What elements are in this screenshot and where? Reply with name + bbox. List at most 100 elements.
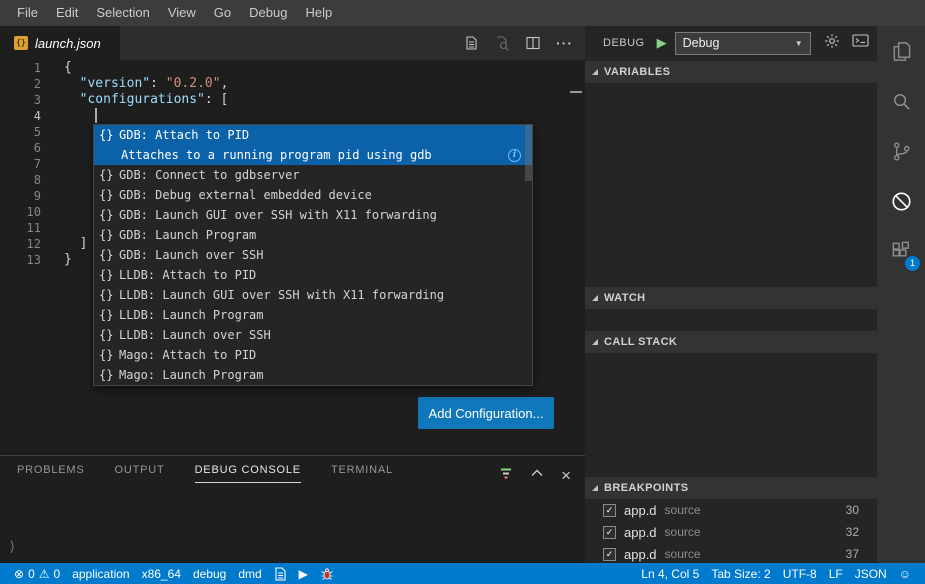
tab-problems[interactable]: PROBLEMS — [17, 464, 85, 483]
search-preview-icon[interactable] — [494, 35, 510, 51]
editor-actions: ··· — [463, 26, 585, 60]
docs-icon[interactable] — [268, 563, 293, 584]
suggestion-item[interactable]: {}GDB: Debug external embedded device — [94, 185, 532, 205]
debug-console-icon[interactable] — [852, 33, 869, 53]
suggestion-item-selected[interactable]: {} GDB: Attach to PID — [94, 125, 532, 145]
snippet-icon: {} — [99, 308, 119, 322]
bug-icon[interactable] — [314, 563, 340, 584]
code-line: 3 "configurations": [ — [0, 92, 585, 108]
tab-terminal[interactable]: TERMINAL — [331, 464, 393, 483]
suggestion-detail: Attaches to a running program pid using … — [94, 145, 532, 165]
suggest-scrollbar[interactable] — [525, 125, 532, 181]
menu-help[interactable]: Help — [296, 0, 341, 26]
more-actions-icon[interactable]: ··· — [556, 35, 573, 51]
suggestion-item[interactable]: {}GDB: Launch over SSH — [94, 245, 532, 265]
breakpoint-row[interactable]: ✓ app.d source 30 — [585, 499, 877, 521]
status-compiler[interactable]: dmd — [232, 563, 267, 584]
debug-icon[interactable] — [877, 176, 925, 226]
encoding[interactable]: UTF-8 — [777, 563, 823, 584]
section-variables[interactable]: VARIABLES — [585, 61, 877, 83]
panel-tab-bar: PROBLEMS OUTPUT DEBUG CONSOLE TERMINAL — [0, 456, 585, 483]
expand-twisty-icon — [592, 69, 598, 75]
suggestion-item[interactable]: {}GDB: Launch Program — [94, 225, 532, 245]
search-icon[interactable] — [877, 76, 925, 126]
suggestion-label: GDB: Attach to PID — [119, 128, 249, 142]
expand-twisty-icon — [592, 339, 598, 345]
menu-bar: File Edit Selection View Go Debug Help — [0, 0, 925, 26]
eol[interactable]: LF — [823, 563, 849, 584]
section-call-stack[interactable]: CALL STACK — [585, 331, 877, 353]
bottom-panel: PROBLEMS OUTPUT DEBUG CONSOLE TERMINAL ×… — [0, 455, 585, 563]
feedback-smiley-icon[interactable]: ☺ — [893, 563, 917, 584]
open-file-icon[interactable] — [463, 35, 479, 51]
section-breakpoints[interactable]: BREAKPOINTS — [585, 477, 877, 499]
status-bar: ⊗ 0 ⚠ 0 application x86_64 debug dmd ▶ L… — [0, 563, 925, 584]
snippet-icon: {} — [99, 248, 119, 262]
tab-output[interactable]: OUTPUT — [115, 464, 165, 483]
code-line: 2 "version": "0.2.0", — [0, 76, 585, 92]
section-watch[interactable]: WATCH — [585, 287, 877, 309]
breakpoint-checkbox[interactable]: ✓ — [603, 548, 616, 561]
debug-console-prompt[interactable]: ⟩ — [8, 539, 16, 555]
explorer-icon[interactable] — [877, 26, 925, 76]
debug-sidebar-header: DEBUG ▶ Debug ▼ — [585, 26, 877, 60]
add-configuration-button[interactable]: Add Configuration... — [418, 397, 554, 429]
debug-sidebar: DEBUG ▶ Debug ▼ VARIABLES WATCH CALL STA… — [585, 26, 877, 563]
tab-size[interactable]: Tab Size: 2 — [705, 563, 776, 584]
breakpoint-checkbox[interactable]: ✓ — [603, 526, 616, 539]
code-line: 1 { — [0, 60, 585, 76]
start-debug-icon[interactable]: ▶ — [657, 35, 667, 51]
snippet-icon: {} — [99, 348, 119, 362]
cursor-position[interactable]: Ln 4, Col 5 — [635, 563, 705, 584]
suggestion-item[interactable]: {}LLDB: Launch over SSH — [94, 325, 532, 345]
text-cursor — [95, 108, 97, 123]
suggestion-item[interactable]: {}Mago: Attach to PID — [94, 345, 532, 365]
configure-gear-icon[interactable] — [824, 33, 840, 54]
menu-edit[interactable]: Edit — [47, 0, 87, 26]
menu-debug[interactable]: Debug — [240, 0, 296, 26]
run-icon[interactable]: ▶ — [293, 563, 314, 584]
info-icon[interactable]: i — [508, 149, 521, 162]
menu-view[interactable]: View — [159, 0, 205, 26]
error-icon: ⊗ — [14, 567, 24, 581]
breakpoint-row[interactable]: ✓ app.d source 37 — [585, 543, 877, 563]
menu-go[interactable]: Go — [205, 0, 240, 26]
snippet-icon: {} — [99, 188, 119, 202]
language-mode[interactable]: JSON — [849, 563, 893, 584]
status-build-type[interactable]: debug — [187, 563, 232, 584]
suggestion-item[interactable]: {}LLDB: Launch GUI over SSH with X11 for… — [94, 285, 532, 305]
tab-launch-json[interactable]: {} launch.json — [0, 26, 120, 60]
json-file-icon: {} — [14, 36, 28, 50]
problems-status[interactable]: ⊗ 0 ⚠ 0 — [8, 563, 66, 584]
close-panel-icon[interactable]: × — [561, 469, 571, 483]
split-editor-icon[interactable] — [525, 35, 541, 51]
tab-debug-console[interactable]: DEBUG CONSOLE — [195, 464, 301, 483]
snippet-icon: {} — [99, 208, 119, 222]
suggestion-item[interactable]: {}GDB: Connect to gdbserver — [94, 165, 532, 185]
filter-icon[interactable] — [499, 466, 513, 486]
panel-actions: × — [499, 465, 571, 486]
tab-title: launch.json — [35, 36, 101, 51]
source-control-icon[interactable] — [877, 126, 925, 176]
warning-icon: ⚠ — [39, 567, 50, 581]
overview-ruler-marker — [570, 91, 582, 93]
maximize-panel-icon[interactable] — [529, 465, 545, 486]
suggestion-item[interactable]: {}GDB: Launch GUI over SSH with X11 forw… — [94, 205, 532, 225]
editor-tab-bar: {} launch.json ··· — [0, 26, 585, 60]
status-application[interactable]: application — [66, 563, 135, 584]
suggestion-item[interactable]: {}Mago: Launch Program — [94, 365, 532, 385]
chevron-down-icon: ▼ — [795, 39, 803, 48]
suggestion-item[interactable]: {}LLDB: Attach to PID — [94, 265, 532, 285]
snippet-icon: {} — [99, 288, 119, 302]
expand-twisty-icon — [592, 485, 598, 491]
debug-configuration-dropdown[interactable]: Debug ▼ — [675, 32, 811, 55]
snippet-icon: {} — [99, 328, 119, 342]
breakpoint-row[interactable]: ✓ app.d source 32 — [585, 521, 877, 543]
snippet-icon: {} — [99, 228, 119, 242]
menu-selection[interactable]: Selection — [87, 0, 158, 26]
suggestion-item[interactable]: {}LLDB: Launch Program — [94, 305, 532, 325]
menu-file[interactable]: File — [8, 0, 47, 26]
breakpoint-checkbox[interactable]: ✓ — [603, 504, 616, 517]
extensions-icon[interactable]: 1 — [877, 226, 925, 276]
status-arch[interactable]: x86_64 — [136, 563, 187, 584]
